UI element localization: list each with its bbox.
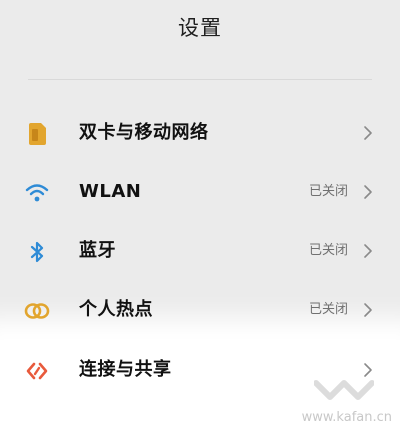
bluetooth-icon [23,238,51,266]
settings-item-label: 双卡与移动网络 [79,122,209,143]
chevron-right-icon [364,126,372,140]
status-text: 已关闭 [308,302,348,317]
watermark-text: www.kafan.cn [301,410,392,425]
divider [28,79,372,80]
settings-item-label: 连接与共享 [79,359,172,380]
wifi-icon [23,179,51,207]
hotspot-icon [23,297,51,325]
page-title: 设置 [178,16,222,40]
watermark: www.kafan.cn [301,380,392,425]
settings-item-hotspot[interactable]: 个人热点 已关闭 [0,280,400,340]
settings-item-wlan[interactable]: WLAN 已关闭 [0,162,400,222]
settings-item-label: 个人热点 [79,299,153,320]
chevron-right-icon [364,303,372,317]
watermark-logo [314,380,374,400]
share-icon [23,357,51,385]
status-text: 已关闭 [308,243,348,258]
chevron-right-icon [364,244,372,258]
settings-item-dual-sim[interactable]: 双卡与移动网络 [0,103,400,163]
chevron-right-icon [364,185,372,199]
settings-item-label: WLAN [79,181,142,202]
settings-item-bluetooth[interactable]: 蓝牙 已关闭 [0,221,400,281]
settings-item-label: 蓝牙 [79,240,116,261]
sim-card-icon [23,120,51,148]
header: 设置 [0,0,400,60]
status-text: 已关闭 [308,184,348,199]
